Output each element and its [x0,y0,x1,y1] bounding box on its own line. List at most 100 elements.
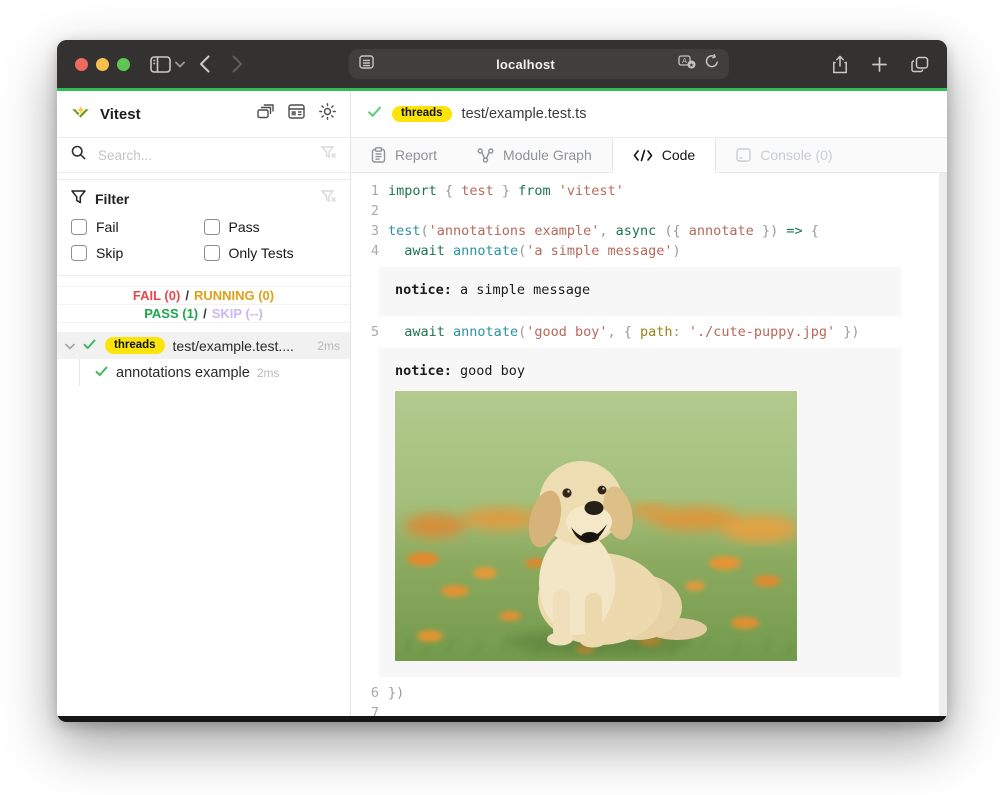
code-line: 5 await annotate('good boy', { path: './… [351,322,931,342]
tab-label: Code [662,147,695,163]
traffic-lights [75,58,130,71]
notice-text: notice: a simple message [395,280,885,300]
code-text: }) [388,683,404,703]
code-line: 2 [351,201,931,221]
website-settings-icon[interactable] [359,55,374,74]
scrollbar[interactable] [939,173,947,716]
running-count: RUNNING (0) [194,288,274,303]
test-duration: 2ms [257,366,280,380]
pool-badge: threads [105,337,165,354]
puppy-photo [395,391,797,661]
minimize-window-button[interactable] [96,58,109,71]
summary-separator: / [203,306,207,321]
pass-count: PASS (1) [144,306,198,321]
checkbox-label: Fail [96,219,119,235]
fail-count: FAIL (0) [133,288,180,303]
checkbox-icon[interactable] [204,219,220,235]
main-panel: threads test/example.test.ts Report Modul… [351,91,947,716]
clear-filters-icon[interactable] [321,190,336,208]
tab-report[interactable]: Report [351,138,457,172]
filter-checkbox-pass[interactable]: Pass [204,214,337,240]
screenshot-canvas: localhost A ★ [0,0,1004,795]
sidebar-menu-chevron-icon[interactable] [175,61,185,68]
translate-icon[interactable]: A ★ [678,55,697,74]
window-bottom-edge [57,716,947,722]
vitest-logo-icon [71,103,90,126]
new-tab-icon[interactable] [872,57,887,72]
app-title: Vitest [100,106,141,123]
browser-window: localhost A ★ [57,40,947,722]
line-number: 7 [351,703,388,716]
line-number: 6 [351,683,388,703]
pass-check-icon [367,105,382,123]
browser-titlebar: localhost A ★ [57,40,947,88]
filter-title: Filter [95,191,129,207]
address-bar[interactable]: localhost A ★ [349,49,729,79]
chevron-down-icon[interactable] [65,337,75,355]
module-graph-icon [477,148,494,163]
test-case-name: annotations example [116,365,250,381]
pass-check-icon [95,364,108,382]
dashboard-icon[interactable] [288,104,305,124]
file-path: test/example.test.ts [462,106,587,122]
summary-separator: / [185,288,189,303]
sidebar-header: Vitest [57,91,350,138]
filter-checkbox-fail[interactable]: Fail [71,214,204,240]
svg-text:★: ★ [688,62,693,69]
code-line: 7 [351,703,931,716]
report-icon [371,147,386,163]
line-number: 4 [351,241,388,261]
reload-icon[interactable] [705,54,719,74]
code-viewer: 1import { test } from 'vitest'23test('an… [351,173,947,716]
checkbox-label: Pass [229,219,260,235]
annotation-notice: notice: a simple message [379,267,901,316]
annotation-notice: notice: good boy [379,348,901,677]
tab-label: Report [395,147,437,163]
pool-badge: threads [392,106,452,123]
test-case-row[interactable]: annotations example 2ms [57,359,350,386]
code-icon [633,149,653,162]
theme-toggle-sun-icon[interactable] [319,103,336,125]
filter-icon [71,190,86,209]
zoom-window-button[interactable] [117,58,130,71]
filter-checkbox-only-tests[interactable]: Only Tests [204,240,337,266]
filter-checkbox-skip[interactable]: Skip [71,240,204,266]
share-icon[interactable] [832,55,848,74]
console-icon [736,148,751,162]
close-window-button[interactable] [75,58,88,71]
checkbox-icon[interactable] [204,245,220,261]
test-tree: threads test/example.test.... 2ms annota… [57,332,350,386]
code-line: 4 await annotate('a simple message') [351,241,931,261]
checkbox-icon[interactable] [71,245,87,261]
sidebar: Vitest [57,91,351,716]
skip-count: SKIP (--) [212,306,263,321]
tab-console-0[interactable]: Console (0) [716,138,852,172]
tab-overview-icon[interactable] [911,56,929,73]
code-text: await annotate('a simple message') [388,241,681,261]
collapse-panels-icon[interactable] [257,104,274,124]
tab-label: Console (0) [760,147,832,163]
notice-text: notice: good boy [395,361,885,381]
tab-module-graph[interactable]: Module Graph [457,138,612,172]
tab-bar: Report Module Graph Code Console (0) [351,138,947,173]
checkbox-label: Only Tests [229,245,294,261]
search-input[interactable] [96,147,321,164]
tree-guide-line [79,359,80,386]
code-line: 6}) [351,683,931,703]
test-file-name: test/example.test.... [173,338,294,354]
checkbox-icon[interactable] [71,219,87,235]
test-summary: FAIL (0) / RUNNING (0) PASS (1) / SKIP (… [57,286,350,323]
clear-search-filter-icon[interactable] [321,146,336,164]
test-duration: 2ms [317,339,340,353]
forward-button[interactable] [232,55,243,73]
filter-options: Fail Pass Skip Only Tests [71,214,336,266]
code-text: import { test } from 'vitest' [388,181,624,201]
sidebar-toggle-icon[interactable] [150,56,171,73]
tab-code[interactable]: Code [612,138,716,173]
test-file-row[interactable]: threads test/example.test.... 2ms [57,332,350,359]
code-text: test('annotations example', async ({ ann… [388,221,819,241]
line-number: 2 [351,201,388,221]
search-row [57,138,350,173]
line-number: 5 [351,322,388,342]
back-button[interactable] [199,55,210,73]
